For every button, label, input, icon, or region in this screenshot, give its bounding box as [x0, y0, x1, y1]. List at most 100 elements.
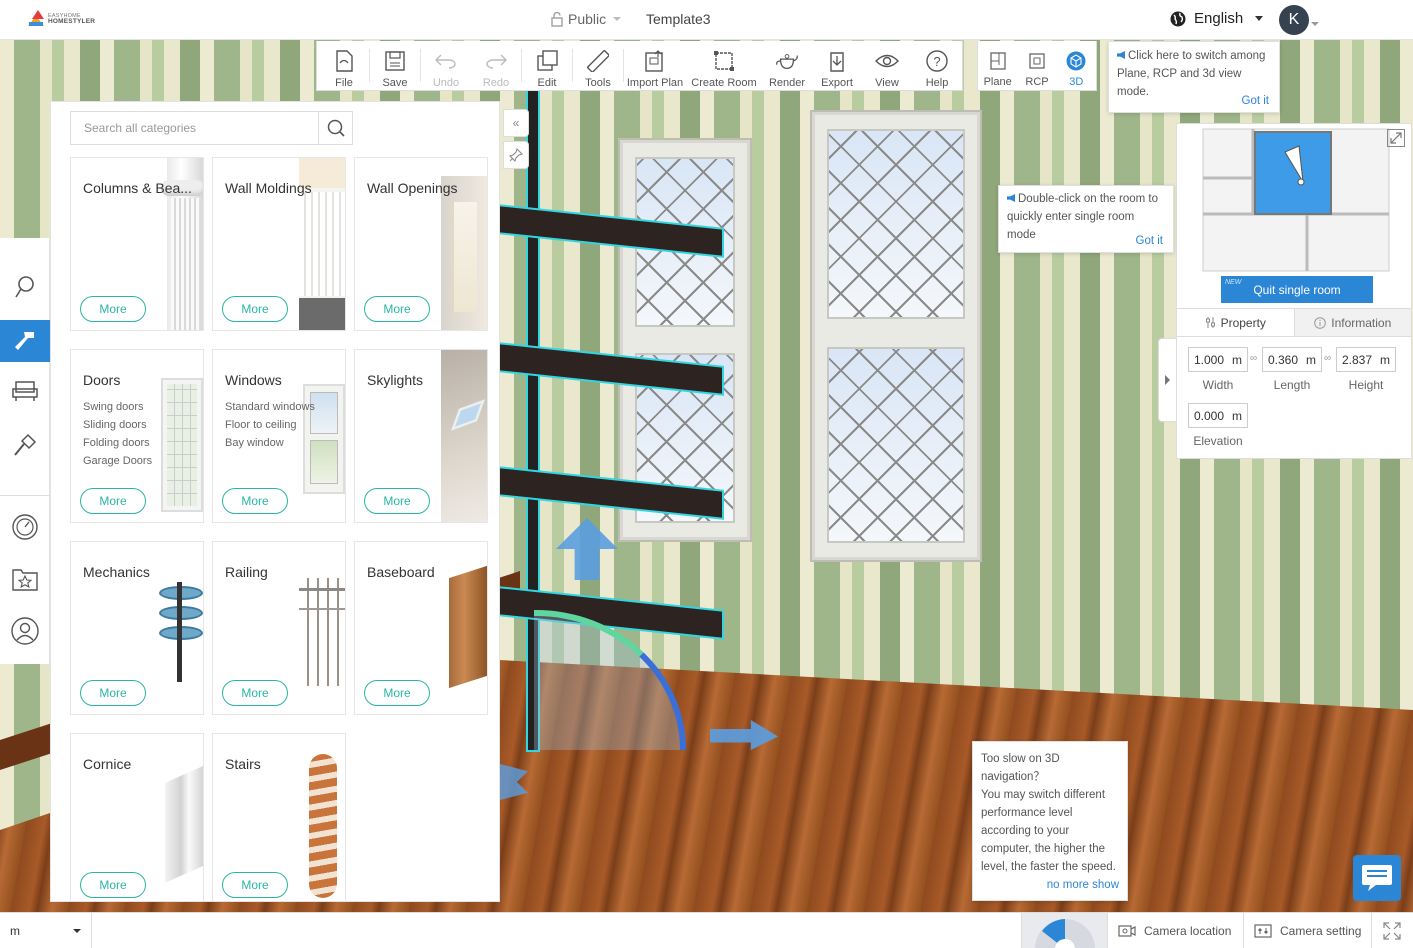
more-button[interactable]: More — [80, 872, 146, 898]
subcategory-link[interactable]: Folding doors — [83, 434, 152, 452]
tools-button[interactable]: Tools — [573, 41, 623, 91]
rcp-view-button[interactable]: RCP — [1017, 41, 1056, 90]
expand-map-icon[interactable] — [1387, 129, 1405, 147]
more-button[interactable]: More — [222, 680, 288, 706]
sidebar-item-account[interactable] — [0, 610, 50, 652]
door-thumbnail — [161, 378, 203, 512]
render-button[interactable]: Render — [762, 41, 812, 91]
create-room-button[interactable]: Create Room — [686, 41, 762, 91]
category-card-windows[interactable]: Windows Standard windows Floor to ceilin… — [212, 349, 346, 523]
compass-icon — [12, 514, 38, 540]
category-card-railing[interactable]: Railing More — [212, 541, 346, 715]
subcategory-link[interactable]: Floor to ceiling — [225, 416, 315, 434]
bottom-bar: m Camera location Camera setting — [0, 912, 1413, 948]
tab-property[interactable]: Property — [1177, 309, 1294, 336]
app-logo[interactable]: EASYHOME HOMESTYLER — [28, 10, 95, 28]
quit-single-room-button[interactable]: NEW Quit single room — [1221, 276, 1373, 303]
edit-button[interactable]: Edit — [522, 41, 572, 91]
collapse-properties-button[interactable] — [1158, 338, 1176, 422]
subcategory-link[interactable]: Standard windows — [225, 398, 315, 416]
subcategory-link[interactable]: Sliding doors — [83, 416, 152, 434]
chevron-down-icon[interactable] — [1311, 22, 1319, 26]
visibility-label: Public — [568, 11, 607, 27]
camera-setting-button[interactable]: Camera setting — [1243, 913, 1371, 948]
more-button[interactable]: More — [222, 296, 288, 322]
more-button[interactable]: More — [80, 488, 146, 514]
category-card-skylights[interactable]: Skylights More — [354, 349, 488, 523]
floorplan-minimap[interactable]: NEW Quit single room — [1176, 123, 1412, 309]
sidebar-item-compass[interactable] — [0, 506, 50, 548]
category-card-wall-openings[interactable]: Wall Openings More — [354, 157, 488, 331]
sidebar-item-furniture[interactable] — [0, 370, 50, 412]
search-button[interactable] — [318, 112, 352, 144]
category-card-wall-moldings[interactable]: Wall Moldings More — [212, 157, 346, 331]
chat-icon — [1362, 865, 1392, 891]
subcategory-link[interactable]: Garage Doors — [83, 452, 152, 470]
sidebar-item-search[interactable] — [0, 266, 50, 308]
more-button[interactable]: More — [80, 296, 146, 322]
language-selector[interactable]: English — [1170, 10, 1264, 27]
plane-view-button[interactable]: Plane — [978, 41, 1017, 90]
view-button[interactable]: View — [862, 41, 912, 91]
camera-location-button[interactable]: Camera location — [1107, 913, 1243, 948]
catalog-panel: Columns & Bea... More Wall Moldings More… — [50, 101, 500, 902]
category-card-cornice[interactable]: Cornice More — [70, 733, 204, 901]
pin-panel-button[interactable] — [503, 141, 529, 169]
view-mode-switch: Plane RCP 3D — [977, 41, 1097, 91]
import-plan-icon — [645, 50, 663, 72]
info-icon — [1314, 316, 1327, 329]
user-avatar[interactable]: K — [1279, 5, 1309, 35]
visibility-dropdown[interactable]: Public — [551, 11, 622, 27]
category-card-stairs[interactable]: Stairs More — [212, 733, 346, 901]
export-button[interactable]: Export — [812, 41, 862, 91]
save-button[interactable]: Save — [370, 41, 420, 91]
category-card-doors[interactable]: Doors Swing doors Sliding doors Folding … — [70, 349, 204, 523]
cornice-thumbnail — [155, 765, 203, 890]
lock-icon — [551, 11, 563, 27]
more-button[interactable]: More — [222, 488, 288, 514]
redo-button[interactable]: Redo — [471, 41, 521, 91]
subcategory-link[interactable]: Swing doors — [83, 398, 152, 416]
collapse-panel-button[interactable]: « — [503, 109, 529, 137]
window-left[interactable] — [620, 140, 750, 540]
more-button[interactable]: More — [80, 680, 146, 706]
no-more-show-link[interactable]: no more show — [1047, 876, 1119, 894]
single-room-tip: Double-click on the room to quickly ente… — [998, 185, 1174, 253]
sidebar-item-favorites[interactable] — [0, 558, 50, 600]
category-card-baseboard[interactable]: Baseboard More — [354, 541, 488, 715]
sidebar-item-build[interactable] — [0, 320, 50, 362]
subcategory-link[interactable]: Bay window — [225, 434, 315, 452]
document-title[interactable]: Template3 — [646, 11, 711, 27]
category-card-mechanics[interactable]: Mechanics More — [70, 541, 204, 715]
fullscreen-button[interactable] — [1371, 913, 1413, 948]
more-button[interactable]: More — [364, 296, 430, 322]
move-up-arrow-icon[interactable] — [556, 518, 618, 580]
navigation-dial[interactable] — [1021, 913, 1107, 948]
edit-icon — [537, 50, 558, 71]
catalog-search — [70, 111, 353, 145]
tab-information[interactable]: Information — [1293, 309, 1411, 336]
properties-panel: Property Information 1.000 m Width ∞ 0.36… — [1176, 309, 1412, 459]
window-right[interactable] — [812, 112, 980, 560]
undo-button[interactable]: Undo — [421, 41, 471, 91]
got-it-link[interactable]: Got it — [1136, 232, 1163, 250]
more-button[interactable]: More — [364, 488, 430, 514]
3d-view-button[interactable]: 3D — [1057, 41, 1096, 90]
feedback-button[interactable] — [1353, 855, 1401, 901]
elevation-field: 0.000 m Elevation — [1188, 403, 1248, 448]
category-card-columns[interactable]: Columns & Bea... More — [70, 157, 204, 331]
more-button[interactable]: More — [222, 872, 288, 898]
help-button[interactable]: ? Help — [912, 41, 962, 91]
eye-icon — [875, 54, 899, 68]
unit-select[interactable]: m — [0, 913, 92, 948]
got-it-link[interactable]: Got it — [1242, 92, 1269, 110]
link-icon[interactable]: ∞ — [1250, 353, 1257, 364]
import-plan-button[interactable]: Import Plan — [624, 41, 686, 91]
search-input[interactable] — [71, 112, 318, 144]
file-button[interactable]: File — [319, 41, 369, 91]
fullscreen-icon — [1383, 922, 1401, 940]
link-icon[interactable]: ∞ — [1324, 353, 1331, 364]
more-button[interactable]: More — [364, 680, 430, 706]
redo-icon — [486, 54, 507, 69]
sidebar-item-decorate[interactable] — [0, 424, 50, 466]
